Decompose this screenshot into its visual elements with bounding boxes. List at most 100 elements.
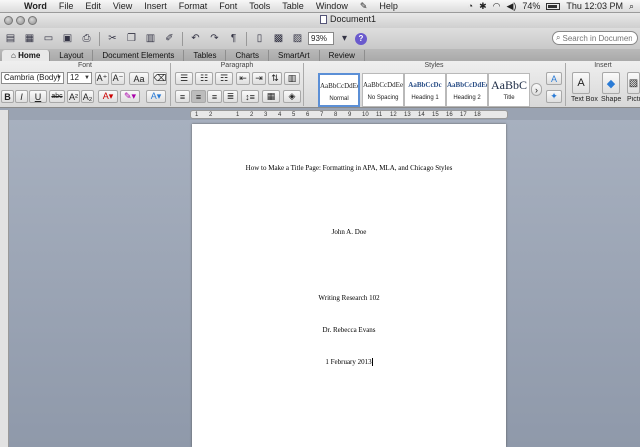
sidebar-icon[interactable]: ▯ xyxy=(251,31,268,47)
text-box-icon[interactable]: A xyxy=(572,72,590,94)
menu-format[interactable]: Format xyxy=(173,1,214,11)
zoom-field[interactable]: 93% xyxy=(308,32,334,45)
menu-help[interactable]: Help xyxy=(373,1,404,11)
bluetooth-icon[interactable]: ✱ xyxy=(479,1,487,12)
new-document-icon[interactable]: ▤ xyxy=(2,31,19,47)
doc-title-line[interactable]: How to Make a Title Page: Formatting in … xyxy=(192,164,506,172)
menu-tools[interactable]: Tools xyxy=(243,1,276,11)
cut-icon[interactable]: ✂ xyxy=(104,31,121,47)
tab-charts[interactable]: Charts xyxy=(226,50,270,61)
tab-layout[interactable]: Layout xyxy=(50,50,94,61)
bullets-icon[interactable]: ☰ xyxy=(175,72,193,85)
style-heading-1[interactable]: AaBbCcDc Heading 1 xyxy=(404,73,446,107)
shape-icon[interactable]: ◆ xyxy=(602,72,620,94)
styles-pane-icon[interactable]: A xyxy=(546,72,562,85)
help-icon[interactable]: ? xyxy=(355,32,367,45)
justify-icon[interactable]: ≣ xyxy=(223,90,238,103)
copy-icon[interactable]: ❐ xyxy=(123,31,140,47)
open-folder-icon[interactable]: ▭ xyxy=(40,31,57,47)
text-effects-icon[interactable]: A▾ xyxy=(146,90,166,103)
text-styles-icon[interactable]: ✦ xyxy=(546,90,562,103)
italic-icon[interactable]: I xyxy=(15,90,28,103)
zoom-chevron-down-icon[interactable]: ▾ xyxy=(336,31,353,47)
zoom-button[interactable] xyxy=(28,16,37,25)
print-icon[interactable]: ⎙ xyxy=(78,31,95,47)
tab-smartart[interactable]: SmartArt xyxy=(269,50,320,61)
time-machine-icon[interactable]: ◔ xyxy=(468,1,473,11)
doc-author-line[interactable]: John A. Doe xyxy=(192,228,506,236)
change-case-icon[interactable]: Aa xyxy=(129,72,149,85)
paste-icon[interactable]: ▥ xyxy=(142,31,159,47)
font-name-select[interactable]: Cambria (Body) ▼ xyxy=(1,72,64,84)
align-right-icon[interactable]: ≡ xyxy=(207,90,222,103)
gallery-icon[interactable]: ▦ xyxy=(21,31,38,47)
horizontal-ruler[interactable]: 1 2 1 2 3 4 5 6 7 8 9 10 11 12 13 14 15 … xyxy=(190,110,508,119)
save-icon[interactable]: ▣ xyxy=(59,31,76,47)
menu-font[interactable]: Font xyxy=(213,1,243,11)
numbering-icon[interactable]: ☷ xyxy=(195,72,213,85)
strikethrough-icon[interactable]: abc xyxy=(49,90,65,103)
menu-insert[interactable]: Insert xyxy=(138,1,173,11)
borders-icon[interactable]: ▦ xyxy=(262,90,280,103)
close-button[interactable] xyxy=(4,16,13,25)
minimize-button[interactable] xyxy=(16,16,25,25)
columns-icon[interactable]: ▥ xyxy=(284,72,300,85)
style-title[interactable]: AaBbC Title xyxy=(488,73,530,107)
picture-icon[interactable]: ▧ xyxy=(627,72,640,94)
battery-percent[interactable]: 74% xyxy=(522,1,540,11)
media-browser-icon[interactable]: ▨ xyxy=(289,31,306,47)
tab-review[interactable]: Review xyxy=(320,50,365,61)
redo-icon[interactable]: ↷ xyxy=(206,31,223,47)
multilevel-list-icon[interactable]: ☶ xyxy=(215,72,233,85)
menu-view[interactable]: View xyxy=(107,1,138,11)
menu-app[interactable]: Word xyxy=(18,1,53,11)
tab-tables[interactable]: Tables xyxy=(184,50,227,61)
volume-icon[interactable]: ◀) xyxy=(506,1,516,12)
vertical-ruler[interactable] xyxy=(0,110,9,447)
pilcrow-icon[interactable]: ¶ xyxy=(225,31,242,47)
wifi-icon[interactable]: ◠ xyxy=(493,1,501,12)
picture-label[interactable]: Pictu xyxy=(627,96,640,103)
script-icon[interactable]: ✎ xyxy=(354,1,374,12)
shrink-font-icon[interactable]: A⁻ xyxy=(111,72,125,85)
bold-icon[interactable]: B xyxy=(1,90,14,103)
style-normal[interactable]: AaBbCcDdEe Normal xyxy=(318,73,360,107)
menu-table[interactable]: Table xyxy=(276,1,310,11)
subscript-icon[interactable]: A₂ xyxy=(81,90,94,103)
shape-label[interactable]: Shape xyxy=(601,96,621,103)
style-heading-2[interactable]: AaBbCcDdEe Heading 2 xyxy=(446,73,488,107)
font-size-select[interactable]: 12 ▼ xyxy=(67,72,92,84)
font-color-icon[interactable]: A▾ xyxy=(98,90,118,103)
align-center-icon[interactable]: ≡ xyxy=(191,90,206,103)
clock[interactable]: Thu 12:03 PM xyxy=(566,1,623,11)
doc-date-line[interactable]: 1 February 2013 xyxy=(192,358,506,367)
text-box-label[interactable]: Text Box xyxy=(571,96,598,103)
toolbox-icon[interactable]: ▩ xyxy=(270,31,287,47)
highlight-icon[interactable]: ✎▾ xyxy=(120,90,140,103)
grow-font-icon[interactable]: A⁺ xyxy=(95,72,109,85)
spotlight-icon[interactable]: ⌕ xyxy=(629,1,634,12)
decrease-indent-icon[interactable]: ⇤ xyxy=(236,72,250,85)
tab-document-elements[interactable]: Document Elements xyxy=(93,50,185,61)
underline-icon[interactable]: U xyxy=(29,90,47,103)
line-spacing-icon[interactable]: ↕≡ xyxy=(241,90,259,103)
superscript-icon[interactable]: A² xyxy=(67,90,80,103)
clear-formatting-icon[interactable]: ⌫ xyxy=(153,72,167,85)
increase-indent-icon[interactable]: ⇥ xyxy=(252,72,266,85)
document-page[interactable]: How to Make a Title Page: Formatting in … xyxy=(192,124,506,447)
doc-course-line[interactable]: Writing Research 102 xyxy=(192,294,506,302)
sort-icon[interactable]: ⇅ xyxy=(268,72,282,85)
menu-file[interactable]: File xyxy=(53,1,80,11)
undo-icon[interactable]: ↶ xyxy=(187,31,204,47)
search-box[interactable]: ⌕ xyxy=(552,31,638,45)
menu-edit[interactable]: Edit xyxy=(79,1,107,11)
align-left-icon[interactable]: ≡ xyxy=(175,90,190,103)
battery-icon[interactable] xyxy=(546,2,561,10)
styles-next-icon[interactable]: › xyxy=(531,83,542,96)
menu-window[interactable]: Window xyxy=(310,1,354,11)
format-painter-icon[interactable]: ✐ xyxy=(161,31,178,47)
doc-instructor-line[interactable]: Dr. Rebecca Evans xyxy=(192,326,506,334)
style-no-spacing[interactable]: AaBbCcDdEe No Spacing xyxy=(362,73,404,107)
search-input[interactable] xyxy=(562,33,633,43)
shading-icon[interactable]: ◈ xyxy=(283,90,301,103)
